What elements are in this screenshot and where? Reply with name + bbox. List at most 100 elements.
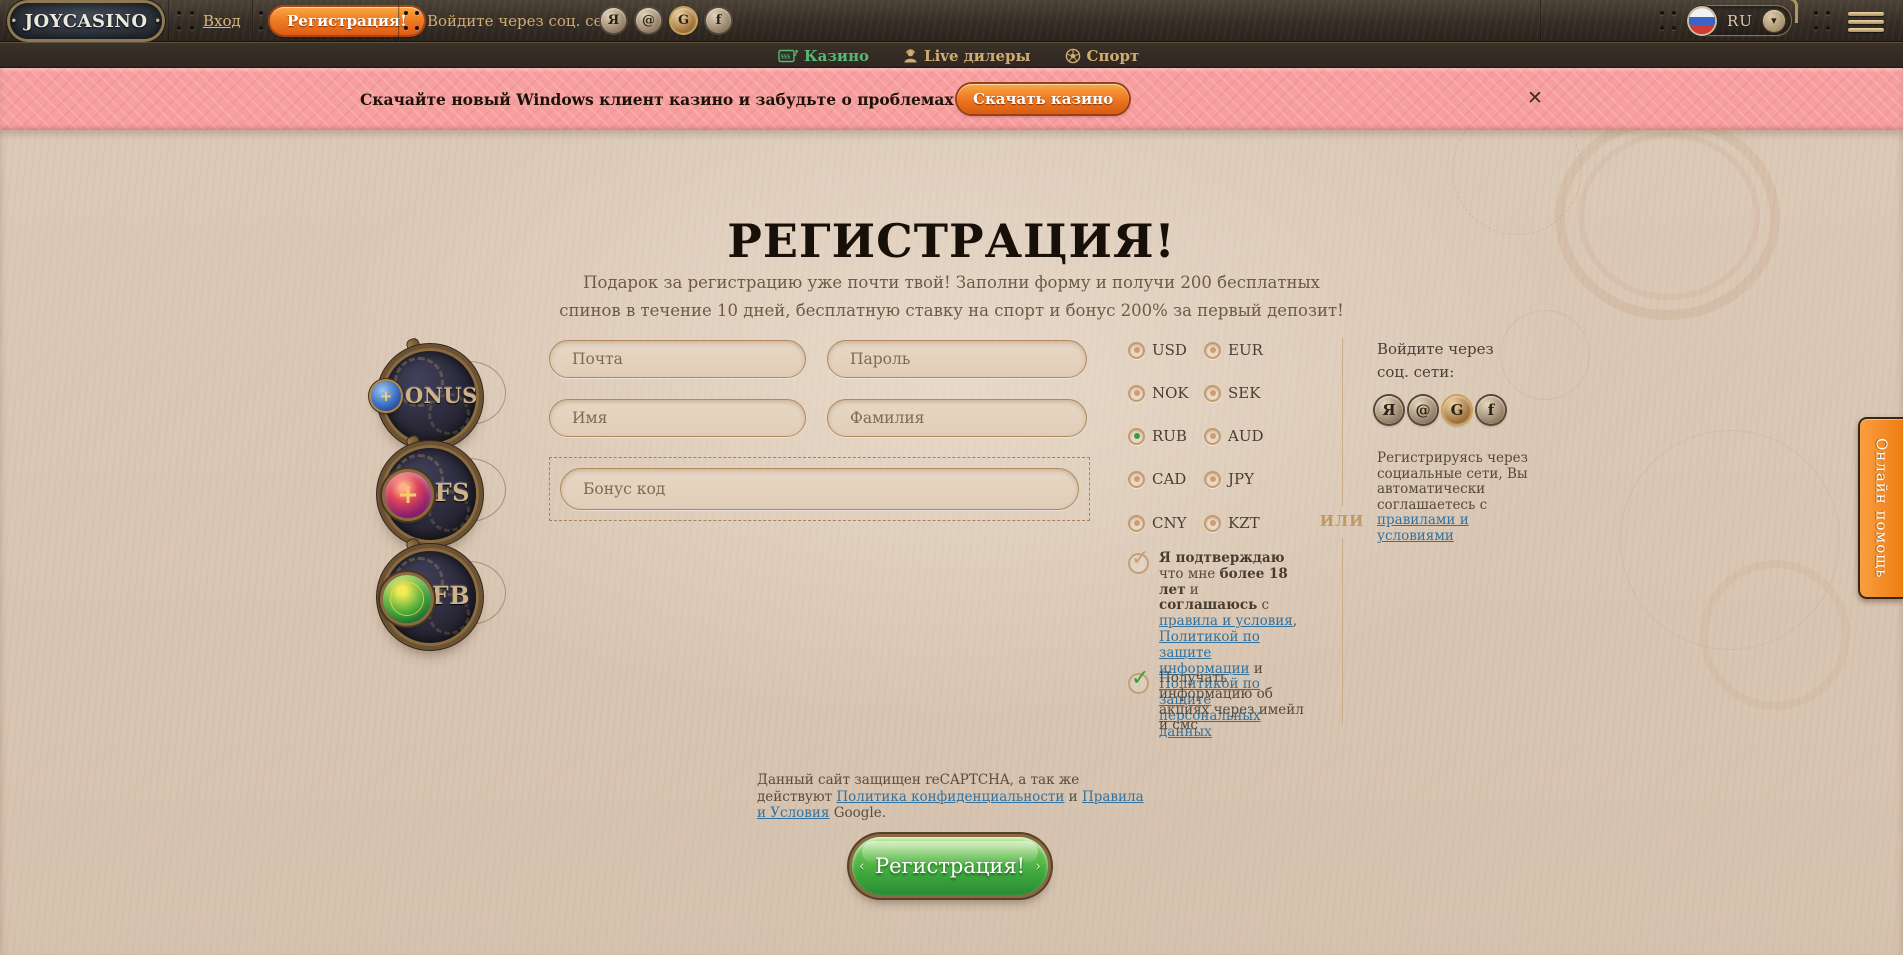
- help-tab-label: Онлайн помощь: [1873, 438, 1891, 578]
- radio-button[interactable]: [1128, 342, 1145, 359]
- header-register-button[interactable]: Регистрация!: [270, 7, 424, 35]
- badge-label: FB: [432, 581, 470, 610]
- currency-row: CAD JPY: [1128, 470, 1280, 488]
- currency-option-eur[interactable]: EUR: [1204, 341, 1280, 359]
- currency-label: JPY: [1228, 470, 1254, 488]
- social-login-icons: Я @ G f: [1375, 396, 1505, 424]
- banner-text: Скачайте новый Windows клиент казино и з…: [360, 68, 1059, 130]
- hamburger-menu-button[interactable]: [1848, 12, 1884, 32]
- yandex-login-icon[interactable]: Я: [1375, 396, 1403, 424]
- google-login-icon[interactable]: G: [1443, 396, 1471, 424]
- rivet-dots: [1672, 11, 1676, 15]
- radio-button[interactable]: [1204, 471, 1221, 488]
- radio-button[interactable]: [1128, 471, 1145, 488]
- mailru-login-icon[interactable]: @: [636, 8, 661, 33]
- tab-sport[interactable]: Спорт: [1065, 47, 1140, 65]
- vertical-divider: [1342, 338, 1343, 506]
- currency-option-sek[interactable]: SEK: [1204, 384, 1280, 402]
- tab-live-dealers[interactable]: Live дилеры: [903, 47, 1031, 65]
- freebet-ball-icon: [383, 575, 431, 623]
- promo-checkbox[interactable]: ✓: [1128, 673, 1149, 694]
- header-seam: [1540, 0, 1542, 42]
- header-seam: [252, 0, 254, 42]
- left-arrow-icon: ‹: [859, 857, 865, 875]
- currency-label: KZT: [1228, 514, 1260, 532]
- language-selector[interactable]: RU ▾: [1686, 5, 1792, 36]
- last-name-field[interactable]: [828, 400, 1086, 436]
- terms-link[interactable]: правила и условия: [1159, 613, 1293, 629]
- radio-button[interactable]: [1128, 515, 1145, 532]
- bonus-code-field-wrap: [560, 468, 1079, 510]
- radio-button[interactable]: [1204, 385, 1221, 402]
- bonus-code-field[interactable]: [561, 469, 1078, 509]
- currency-option-jpy[interactable]: JPY: [1204, 470, 1280, 488]
- mailru-login-icon[interactable]: @: [1409, 396, 1437, 424]
- yandex-login-icon[interactable]: Я: [601, 8, 626, 33]
- currency-option-cad[interactable]: CAD: [1128, 470, 1204, 488]
- currency-row: USD EUR: [1128, 341, 1280, 359]
- age-terms-checkbox[interactable]: ✓: [1128, 553, 1149, 574]
- password-field[interactable]: [828, 341, 1086, 377]
- download-casino-button[interactable]: Скачать казино: [957, 84, 1129, 114]
- freespins-badge: FS +: [384, 444, 480, 540]
- login-link[interactable]: Вход: [203, 12, 241, 30]
- currency-option-kzt[interactable]: KZT: [1204, 514, 1280, 532]
- terms-link[interactable]: правилами и условиями: [1377, 512, 1469, 544]
- currency-label: AUD: [1228, 427, 1264, 445]
- facebook-login-icon[interactable]: f: [706, 8, 731, 33]
- soccer-ball-icon: [1065, 48, 1081, 64]
- sketch-decoration: [1620, 430, 1840, 650]
- first-name-field[interactable]: [550, 400, 805, 436]
- chevron-down-icon[interactable]: ▾: [1763, 10, 1785, 32]
- or-separator: ИЛИ: [1318, 512, 1366, 530]
- currency-option-usd[interactable]: USD: [1128, 341, 1204, 359]
- currency-option-nok[interactable]: NOK: [1128, 384, 1204, 402]
- download-banner: Скачайте новый Windows клиент казино и з…: [0, 68, 1903, 130]
- currency-row: NOK SEK: [1128, 384, 1280, 402]
- russia-flag-icon: [1689, 8, 1715, 34]
- recaptcha-note: Данный сайт защищен reCAPTCHA, а так же …: [757, 772, 1155, 822]
- joycasino-logo[interactable]: JOYCASINO: [10, 3, 162, 39]
- rivet-dots: [404, 11, 408, 15]
- radio-button[interactable]: [1204, 342, 1221, 359]
- password-field-wrap: [827, 340, 1087, 378]
- register-submit-button[interactable]: ‹ Регистрация! ›: [852, 837, 1048, 895]
- email-field-wrap: [549, 340, 806, 378]
- coffee-stain-decoration: [1700, 560, 1850, 710]
- facebook-login-icon[interactable]: f: [1477, 396, 1505, 424]
- tab-casino[interactable]: $$$ Казино: [778, 47, 869, 65]
- submit-label: Регистрация!: [875, 854, 1025, 878]
- rivet-dots: [259, 11, 263, 15]
- rivet-dots: [1826, 11, 1830, 15]
- page-title: РЕГИСТРАЦИЯ!: [0, 214, 1903, 268]
- radio-button[interactable]: [1204, 428, 1221, 445]
- currency-label: SEK: [1228, 384, 1260, 402]
- radio-button[interactable]: [1128, 428, 1145, 445]
- last-name-field-wrap: [827, 399, 1087, 437]
- email-field[interactable]: [550, 341, 805, 377]
- bold-text: Я подтверждаю: [1159, 550, 1284, 566]
- online-help-tab[interactable]: Онлайн помощь: [1858, 417, 1903, 599]
- header-social-prompt: Войдите через соц. сети:: [427, 12, 626, 30]
- google-login-icon[interactable]: G: [671, 8, 696, 33]
- first-name-field-wrap: [549, 399, 806, 437]
- currency-label: RUB: [1152, 427, 1187, 445]
- rivet-dots: [1660, 11, 1664, 15]
- rivet-dots: [415, 11, 419, 15]
- currency-label: CNY: [1152, 514, 1187, 532]
- currency-label: NOK: [1152, 384, 1189, 402]
- radio-button[interactable]: [1204, 515, 1221, 532]
- privacy-policy-link[interactable]: Политика конфиденциальности: [836, 789, 1064, 805]
- radio-button[interactable]: [1128, 385, 1145, 402]
- rivet-dots: [1814, 11, 1818, 15]
- currency-option-cny[interactable]: CNY: [1128, 514, 1204, 532]
- svg-text:$$$: $$$: [781, 54, 791, 61]
- badge-label: FS: [435, 478, 470, 507]
- currency-label: CAD: [1152, 470, 1186, 488]
- registration-page: РЕГИСТРАЦИЯ! Подарок за регистрацию уже …: [0, 130, 1903, 955]
- dealer-person-icon: [903, 48, 918, 64]
- currency-option-aud[interactable]: AUD: [1204, 427, 1280, 445]
- rivet-dots: [190, 11, 194, 15]
- currency-option-rub[interactable]: RUB: [1128, 427, 1204, 445]
- close-icon[interactable]: ✕: [1523, 86, 1547, 110]
